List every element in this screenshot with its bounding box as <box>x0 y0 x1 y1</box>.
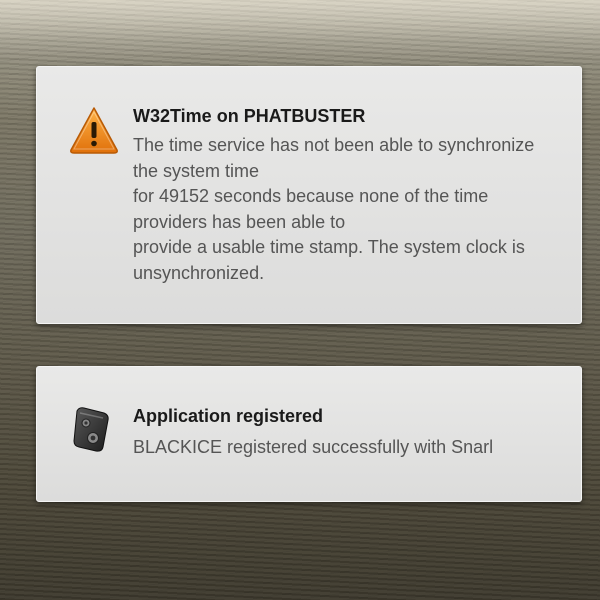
notification-app-registered[interactable]: Application registered BLACKICE register… <box>36 366 582 502</box>
notification-w32time[interactable]: W32Time on PHATBUSTER The time service h… <box>36 66 582 324</box>
notification-body: The time service has not been able to sy… <box>133 133 534 286</box>
notification-body-line: unsynchronized. <box>133 262 265 283</box>
notification-body-line: the system time <box>133 160 260 181</box>
desktop-wallpaper <box>0 0 600 60</box>
warning-icon <box>69 105 119 155</box>
notification-body-line: The time service has not been able to sy… <box>133 135 535 155</box>
notification-body-line: for 49152 seconds because none of the ti… <box>133 186 489 206</box>
snarl-app-icon <box>71 405 113 453</box>
notification-body: BLACKICE registered successfully with Sn… <box>133 435 493 461</box>
notification-body-line: providers has been able to <box>133 211 346 232</box>
notification-body-line: BLACKICE registered successfully with Sn… <box>133 437 494 457</box>
notification-title: W32Time on PHATBUSTER <box>133 106 366 126</box>
notification-title: Application registered <box>133 406 324 426</box>
notification-body-line: provide a usable time stamp. The system … <box>133 237 525 257</box>
